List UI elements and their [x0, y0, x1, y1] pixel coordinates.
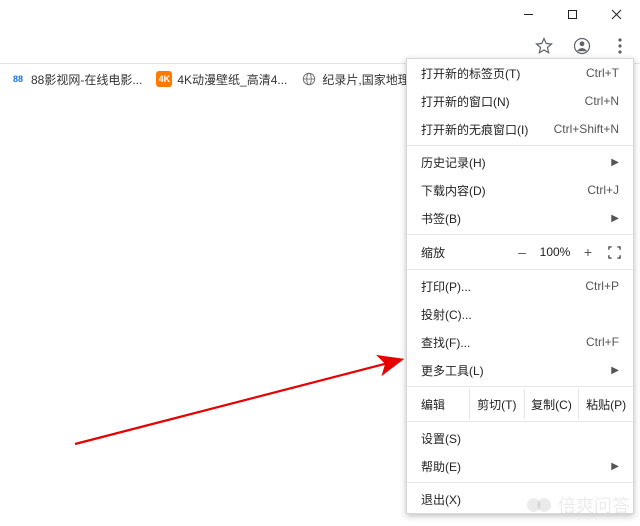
- menu-more-tools[interactable]: 更多工具(L) ▶: [407, 356, 633, 384]
- menu-label: 下载内容(D): [421, 182, 587, 199]
- watermark: 倍爽问答: [526, 492, 630, 518]
- watermark-text: 倍爽问答: [558, 492, 630, 518]
- menu-shortcut: Ctrl+J: [587, 183, 619, 197]
- menu-shortcut: Ctrl+T: [586, 66, 619, 80]
- menu-history[interactable]: 历史记录(H) ▶: [407, 148, 633, 176]
- menu-downloads[interactable]: 下载内容(D) Ctrl+J: [407, 176, 633, 204]
- menu-cast[interactable]: 投射(C)...: [407, 300, 633, 328]
- fullscreen-icon[interactable]: [601, 246, 627, 259]
- browser-main-menu: 打开新的标签页(T) Ctrl+T 打开新的窗口(N) Ctrl+N 打开新的无…: [406, 58, 634, 514]
- menu-bookmarks[interactable]: 书签(B) ▶: [407, 204, 633, 232]
- menu-new-window[interactable]: 打开新的窗口(N) Ctrl+N: [407, 87, 633, 115]
- menu-label: 更多工具(L): [421, 362, 605, 379]
- menu-find[interactable]: 查找(F)... Ctrl+F: [407, 328, 633, 356]
- menu-separator: [407, 234, 633, 235]
- menu-label: 投射(C)...: [421, 306, 619, 323]
- menu-label: 打开新的窗口(N): [421, 93, 585, 110]
- minimize-button[interactable]: [506, 0, 550, 28]
- bookmark-item[interactable]: 4K 4K动漫壁纸_高清4...: [152, 69, 291, 90]
- menu-separator: [407, 482, 633, 483]
- star-icon[interactable]: [530, 32, 558, 60]
- bookmark-item[interactable]: 88 88影视网-在线电影...: [6, 69, 146, 90]
- menu-edit-row: 编辑 剪切(T) 复制(C) 粘贴(P): [407, 389, 633, 419]
- menu-label: 打开新的标签页(T): [421, 65, 586, 82]
- menu-zoom-row: 缩放 – 100% +: [407, 237, 633, 267]
- zoom-out-button[interactable]: –: [509, 244, 535, 260]
- favicon-globe-icon: [301, 71, 317, 87]
- favicon-4k-icon: 4K: [156, 71, 172, 87]
- profile-icon[interactable]: [568, 32, 596, 60]
- menu-new-tab[interactable]: 打开新的标签页(T) Ctrl+T: [407, 59, 633, 87]
- menu-separator: [407, 269, 633, 270]
- edit-paste-button[interactable]: 粘贴(P): [578, 389, 633, 419]
- menu-shortcut: Ctrl+N: [585, 94, 619, 108]
- menu-separator: [407, 386, 633, 387]
- maximize-button[interactable]: [550, 0, 594, 28]
- menu-label: 打印(P)...: [421, 278, 585, 295]
- chevron-right-icon: ▶: [611, 157, 619, 168]
- edit-copy-button[interactable]: 复制(C): [524, 389, 579, 419]
- zoom-value: 100%: [535, 245, 575, 259]
- menu-label: 历史记录(H): [421, 154, 605, 171]
- favicon-88-icon: 88: [10, 71, 26, 87]
- menu-label: 帮助(E): [421, 458, 605, 475]
- menu-settings[interactable]: 设置(S): [407, 424, 633, 452]
- chevron-right-icon: ▶: [611, 213, 619, 224]
- menu-kebab-icon[interactable]: [606, 32, 634, 60]
- bookmark-label: 4K动漫壁纸_高清4...: [177, 71, 287, 88]
- menu-print[interactable]: 打印(P)... Ctrl+P: [407, 272, 633, 300]
- close-button[interactable]: [594, 0, 638, 28]
- menu-incognito[interactable]: 打开新的无痕窗口(I) Ctrl+Shift+N: [407, 115, 633, 143]
- window-titlebar: [0, 0, 640, 28]
- menu-shortcut: Ctrl+P: [585, 279, 619, 293]
- menu-shortcut: Ctrl+F: [586, 335, 619, 349]
- menu-separator: [407, 145, 633, 146]
- menu-label: 缩放: [421, 244, 509, 261]
- menu-label: 编辑: [421, 396, 469, 413]
- menu-label: 书签(B): [421, 210, 605, 227]
- bookmark-label: 88影视网-在线电影...: [31, 71, 142, 88]
- menu-label: 设置(S): [421, 430, 619, 447]
- chevron-right-icon: ▶: [611, 461, 619, 472]
- menu-shortcut: Ctrl+Shift+N: [554, 122, 619, 136]
- chevron-right-icon: ▶: [611, 365, 619, 376]
- edit-cut-button[interactable]: 剪切(T): [469, 389, 524, 419]
- menu-help[interactable]: 帮助(E) ▶: [407, 452, 633, 480]
- menu-label: 打开新的无痕窗口(I): [421, 121, 554, 138]
- menu-separator: [407, 421, 633, 422]
- menu-label: 查找(F)...: [421, 334, 586, 351]
- zoom-in-button[interactable]: +: [575, 244, 601, 260]
